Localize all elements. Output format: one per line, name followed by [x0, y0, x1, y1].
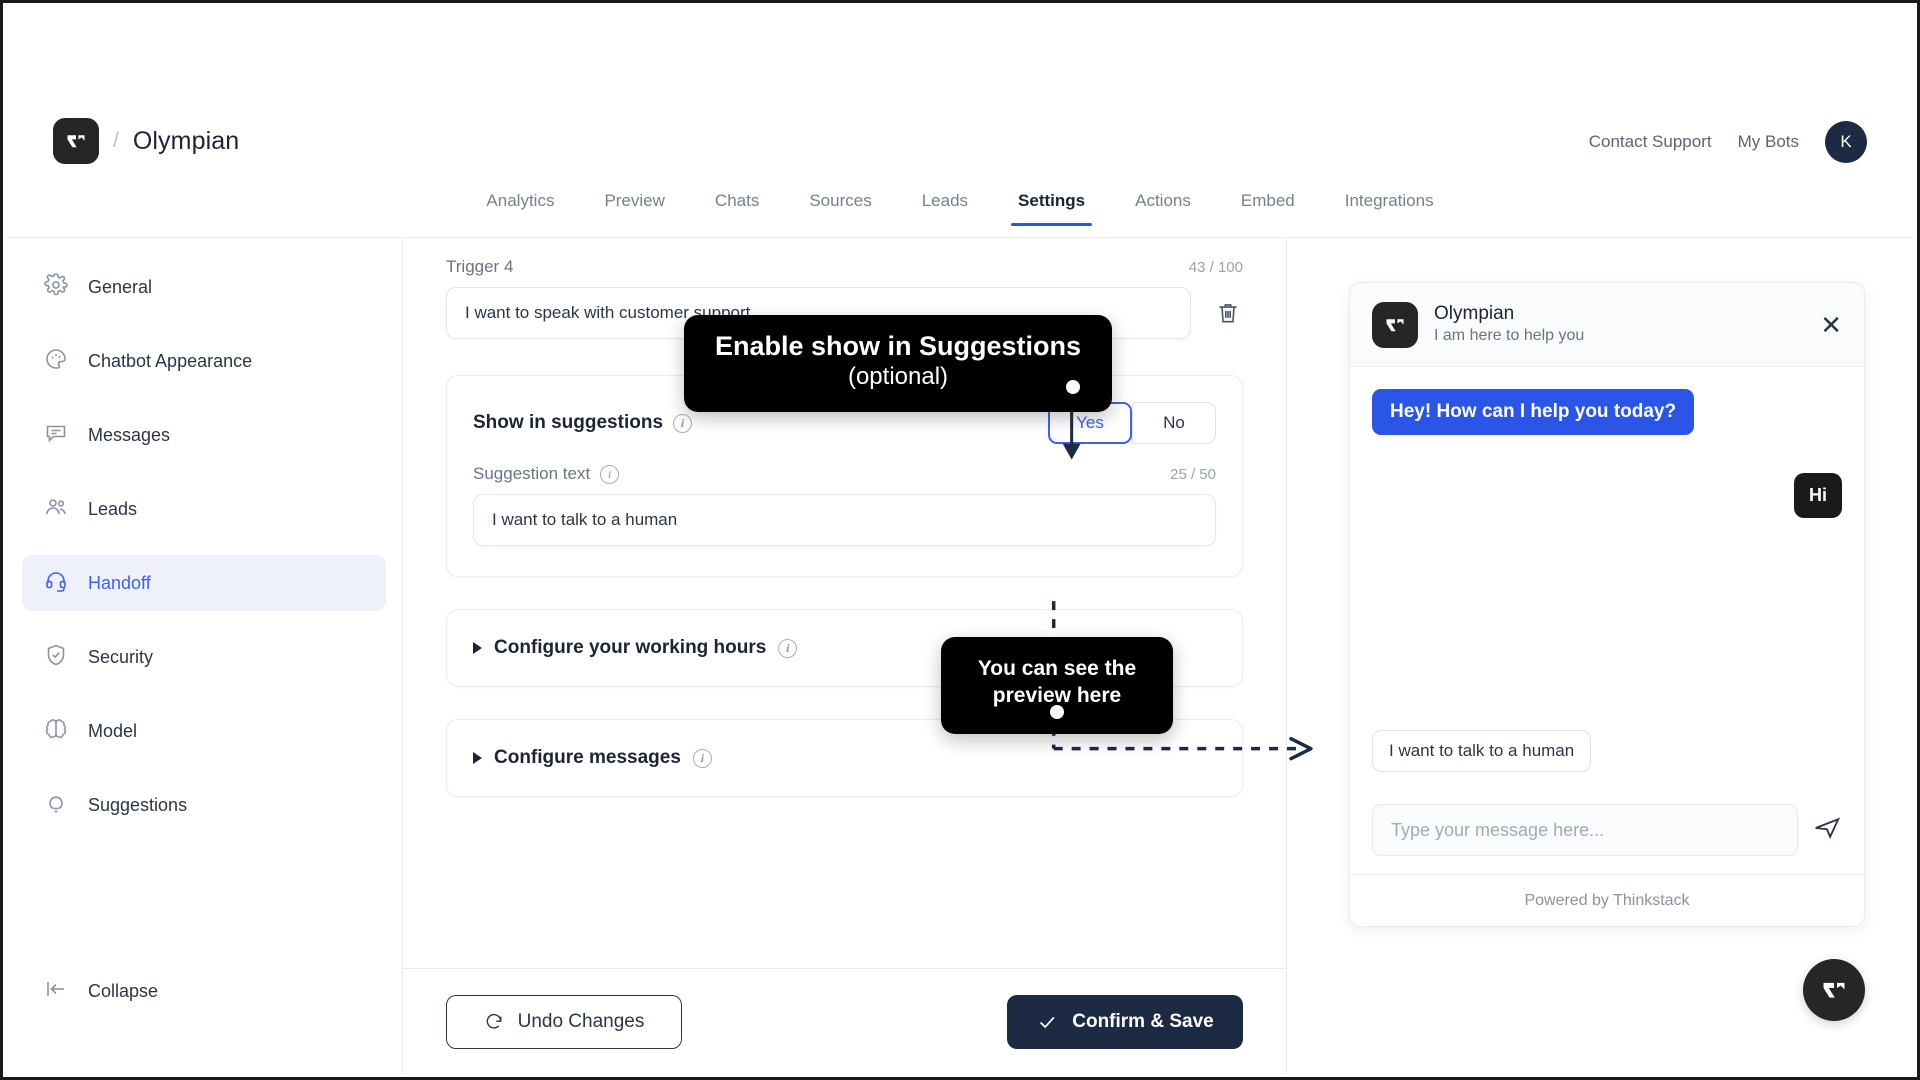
shield-check-icon — [44, 643, 68, 672]
users-icon — [44, 495, 68, 524]
tab-preview[interactable]: Preview — [579, 191, 689, 226]
suggestion-text-counter: 25 / 50 — [1170, 465, 1216, 483]
settings-sidebar: General Chatbot Appearance Messages Lead… — [6, 239, 402, 1074]
tooltip-line-2: (optional) — [847, 363, 949, 391]
tab-sources[interactable]: Sources — [784, 191, 896, 226]
sidebar-item-leads[interactable]: Leads — [22, 481, 386, 537]
sidebar-item-model[interactable]: Model — [22, 703, 386, 759]
caret-right-icon — [473, 752, 482, 764]
accordion-configure-messages-title: Configure messages i — [473, 747, 712, 769]
show-in-suggestions-title-wrap: Show in suggestions i — [473, 412, 693, 434]
sidebar-item-handoff[interactable]: Handoff — [22, 555, 386, 611]
suggestion-text-label-row: Suggestion text i 25 / 50 — [473, 464, 1216, 484]
trigger-counter: 43 / 100 — [1188, 259, 1243, 276]
tab-integrations[interactable]: Integrations — [1320, 191, 1459, 226]
suggestion-text-label: Suggestion text — [473, 464, 591, 483]
my-bots-link[interactable]: My Bots — [1738, 132, 1799, 152]
trash-icon[interactable] — [1213, 300, 1243, 326]
brain-icon — [44, 717, 68, 746]
tab-bar: Analytics Preview Chats Sources Leads Se… — [6, 191, 1914, 226]
accordion-label: Configure your working hours — [494, 637, 767, 658]
info-icon[interactable]: i — [673, 413, 693, 433]
chat-message-input[interactable]: Type your message here... — [1372, 804, 1798, 856]
sidebar-item-label: Leads — [88, 499, 138, 519]
sidebar-item-label: Handoff — [88, 573, 151, 593]
suggestion-text-label-wrap: Suggestion text i — [473, 464, 620, 484]
tab-actions[interactable]: Actions — [1110, 191, 1216, 226]
info-icon[interactable]: i — [600, 464, 620, 484]
chat-preview-footer: Powered by Thinkstack — [1350, 874, 1864, 926]
tab-settings[interactable]: Settings — [993, 191, 1110, 226]
accordion-label: Configure messages — [494, 747, 681, 768]
chat-preview-messages: Hey! How can I help you today? Hi I want… — [1350, 367, 1864, 790]
confirm-save-button[interactable]: Confirm & Save — [1007, 994, 1243, 1049]
info-icon[interactable]: i — [692, 748, 712, 768]
chat-preview-title: Olympian — [1434, 303, 1515, 325]
sidebar-item-label: Chatbot Appearance — [88, 351, 253, 371]
tab-leads[interactable]: Leads — [897, 191, 993, 226]
collapse-left-icon — [44, 977, 68, 1006]
undo-changes-button[interactable]: Undo Changes — [446, 994, 682, 1049]
chat-input-row: Type your message here... — [1350, 790, 1864, 874]
header-actions: Contact Support My Bots K — [1589, 121, 1867, 163]
show-in-suggestions-label: Show in suggestions — [473, 412, 664, 433]
lightbulb-icon — [44, 791, 68, 820]
tooltip-line-1: You can see the — [977, 657, 1137, 680]
sidebar-item-label: Suggestions — [88, 795, 188, 815]
chat-preview-subtitle: I am here to help you — [1434, 326, 1585, 344]
send-icon[interactable] — [1812, 813, 1842, 848]
sidebar-item-label: Messages — [88, 425, 171, 445]
toggle-no-button[interactable]: No — [1132, 402, 1216, 444]
gear-icon — [44, 272, 68, 302]
sidebar-item-label: Security — [88, 647, 154, 667]
tab-chats[interactable]: Chats — [690, 191, 784, 226]
sidebar-item-label: General — [88, 277, 153, 297]
sidebar-item-messages[interactable]: Messages — [22, 407, 386, 463]
tab-embed[interactable]: Embed — [1216, 191, 1320, 226]
undo-changes-label: Undo Changes — [517, 1010, 645, 1032]
trigger-label: Trigger 4 — [446, 257, 514, 276]
sidebar-item-general[interactable]: General — [22, 259, 386, 315]
breadcrumb-separator: / — [113, 129, 119, 152]
tooltip-anchor-dot — [1066, 380, 1080, 395]
sidebar-item-chatbot-appearance[interactable]: Chatbot Appearance — [22, 333, 386, 389]
caret-right-icon — [473, 642, 482, 654]
sidebar-collapse-button[interactable]: Collapse — [22, 966, 158, 1016]
contact-support-link[interactable]: Contact Support — [1589, 132, 1712, 152]
chat-preview-titles: Olympian I am here to help you — [1434, 302, 1584, 347]
sidebar-collapse-label: Collapse — [88, 980, 159, 1001]
tab-analytics[interactable]: Analytics — [461, 191, 579, 226]
suggestion-chip[interactable]: I want to talk to a human — [1372, 730, 1592, 772]
sidebar-item-security[interactable]: Security — [22, 629, 386, 685]
user-message-bubble: Hi — [1794, 473, 1842, 518]
chat-preview-header: Olympian I am here to help you ✕ — [1350, 283, 1864, 367]
sidebar-item-suggestions[interactable]: Suggestions — [22, 777, 386, 833]
info-icon[interactable]: i — [778, 638, 798, 658]
tooltip-enable-suggestions: Enable show in Suggestions (optional) — [684, 315, 1112, 413]
bot-name: Olympian — [132, 126, 240, 155]
suggestion-text-input[interactable]: I want to talk to a human — [473, 494, 1216, 546]
sidebar-item-label: Model — [88, 721, 138, 741]
breadcrumb: / Olympian — [53, 118, 239, 164]
accordion-working-hours-title: Configure your working hours i — [473, 637, 798, 659]
palette-icon — [44, 347, 68, 376]
chat-fab-button[interactable] — [1803, 959, 1865, 1021]
thinkstack-logo-icon[interactable] — [53, 118, 99, 164]
avatar[interactable]: K — [1825, 121, 1867, 163]
chat-bubble-icon — [44, 421, 68, 450]
form-footer: Undo Changes Confirm & Save — [403, 968, 1286, 1074]
tooltip-preview-here: You can see the preview here — [941, 637, 1173, 734]
trigger-label-row: Trigger 4 43 / 100 — [446, 257, 1243, 277]
close-icon[interactable]: ✕ — [1820, 312, 1842, 338]
app-window: / Olympian Contact Support My Bots K Ana… — [0, 0, 1920, 1080]
headset-icon — [44, 569, 68, 598]
bot-message-bubble: Hey! How can I help you today? — [1372, 389, 1695, 435]
tooltip-line-1: Enable show in Suggestions — [714, 331, 1082, 361]
tooltip-anchor-dot — [1050, 704, 1064, 719]
app-header: / Olympian Contact Support My Bots K Ana… — [6, 6, 1914, 238]
thinkstack-logo-icon — [1372, 301, 1418, 348]
confirm-save-label: Confirm & Save — [1072, 1010, 1214, 1032]
chat-preview-widget: Olympian I am here to help you ✕ Hey! Ho… — [1349, 282, 1865, 927]
